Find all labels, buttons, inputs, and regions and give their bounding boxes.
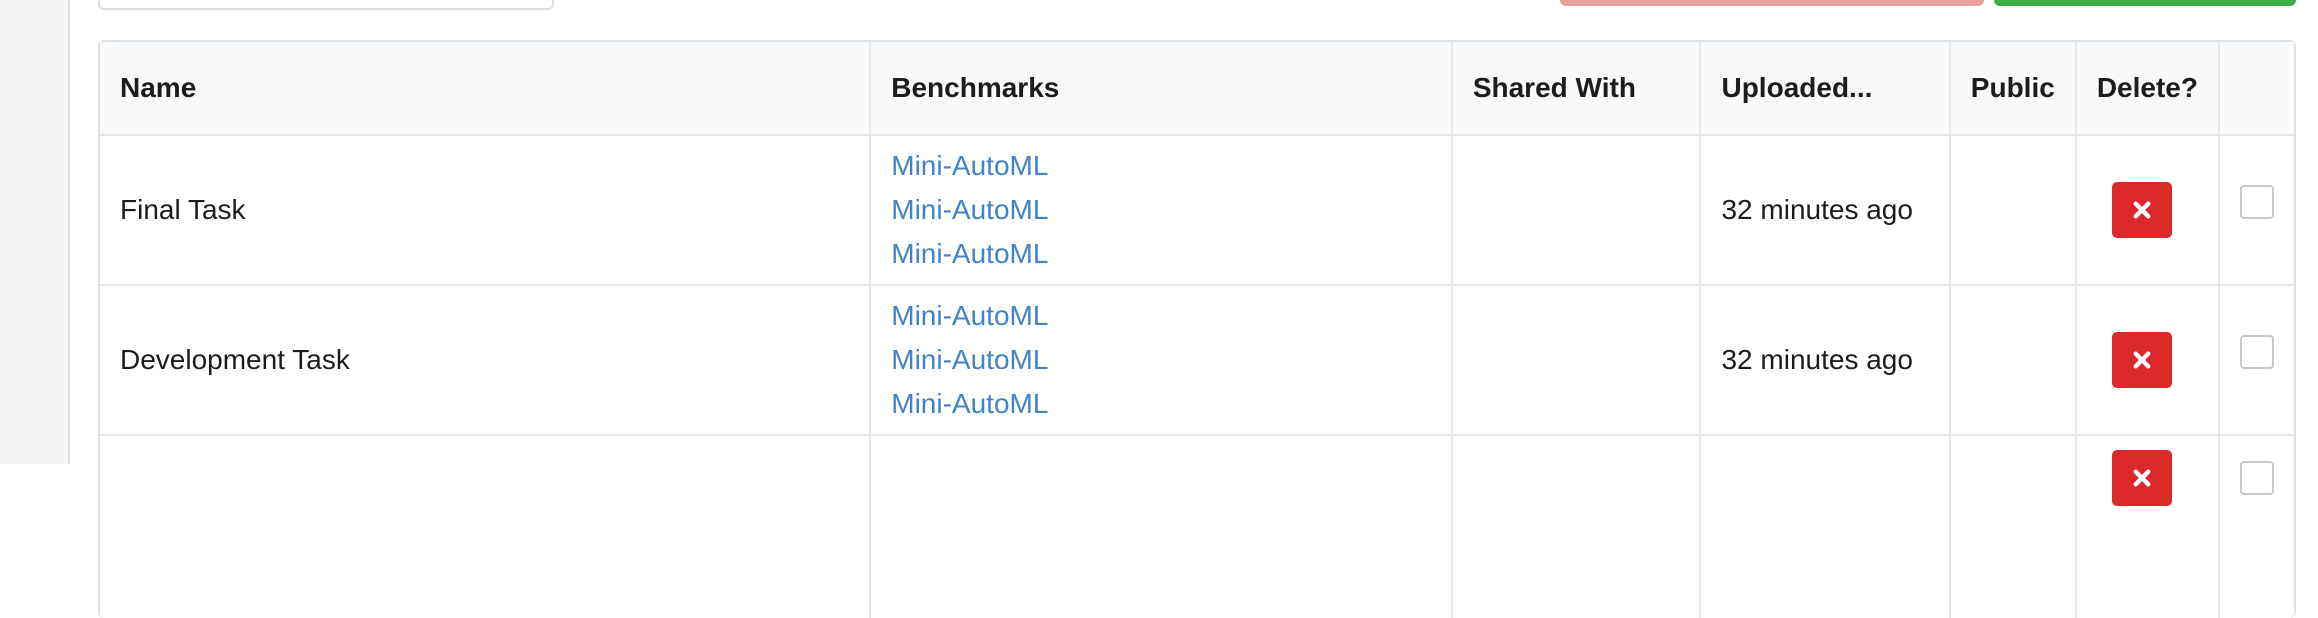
benchmarks-cell: Mini-AutoML Mini-AutoML Mini-AutoML (869, 134, 1451, 284)
shared-with-cell (1450, 134, 1700, 284)
create-task-button[interactable] (1994, 0, 2296, 6)
column-header-shared-with[interactable]: Shared With (1450, 42, 1700, 134)
tasks-table: Name Benchmarks Shared With Uploaded... … (98, 40, 2296, 618)
uploaded-time: 32 minutes ago (1699, 134, 1949, 284)
public-cell (1948, 134, 2075, 284)
column-header-select (2217, 42, 2294, 134)
shared-with-cell (1450, 284, 1700, 434)
row-select-checkbox[interactable] (2239, 185, 2274, 219)
delete-cell (2074, 134, 2218, 284)
close-icon (2133, 351, 2151, 369)
benchmark-link[interactable]: Mini-AutoML (891, 188, 1431, 232)
task-name: Development Task (100, 284, 870, 434)
close-icon (2133, 201, 2151, 219)
select-cell (2217, 434, 2294, 618)
close-icon (2133, 469, 2151, 487)
column-header-name[interactable]: Name (100, 42, 870, 134)
benchmark-link[interactable]: Mini-AutoML (891, 144, 1431, 188)
delete-button[interactable] (2111, 332, 2172, 388)
uploaded-time (1699, 434, 1949, 618)
public-cell (1948, 434, 2075, 618)
benchmarks-cell (869, 434, 1451, 618)
select-cell (2217, 134, 2294, 284)
column-header-uploaded[interactable]: Uploaded... (1699, 42, 1949, 134)
benchmark-link[interactable]: Mini-AutoML (891, 294, 1431, 338)
task-name (100, 434, 870, 618)
select-cell (2217, 284, 2294, 434)
search-input[interactable] (98, 0, 554, 10)
column-header-benchmarks[interactable]: Benchmarks (869, 42, 1451, 134)
benchmarks-cell: Mini-AutoML Mini-AutoML Mini-AutoML (869, 284, 1451, 434)
table-row: Development Task Mini-AutoML Mini-AutoML… (100, 284, 2294, 434)
benchmark-link[interactable]: Mini-AutoML (891, 382, 1431, 426)
row-select-checkbox[interactable] (2239, 335, 2274, 369)
table-header-row: Name Benchmarks Shared With Uploaded... … (100, 42, 2294, 134)
column-header-public[interactable]: Public (1948, 42, 2075, 134)
delete-cell (2074, 434, 2218, 618)
delete-button[interactable] (2111, 182, 2172, 238)
row-select-checkbox[interactable] (2239, 461, 2274, 495)
benchmark-link[interactable]: Mini-AutoML (891, 232, 1431, 276)
benchmark-link[interactable]: Mini-AutoML (891, 338, 1431, 382)
sidebar (0, 0, 70, 464)
public-cell (1948, 284, 2075, 434)
delete-button[interactable] (2111, 450, 2172, 506)
table-row (100, 434, 2294, 618)
uploaded-time: 32 minutes ago (1699, 284, 1949, 434)
delete-cell (2074, 284, 2218, 434)
column-header-delete[interactable]: Delete? (2074, 42, 2218, 134)
delete-selected-button[interactable] (1560, 0, 1984, 6)
table-row: Final Task Mini-AutoML Mini-AutoML Mini-… (100, 134, 2294, 284)
shared-with-cell (1450, 434, 1700, 618)
task-name: Final Task (100, 134, 870, 284)
